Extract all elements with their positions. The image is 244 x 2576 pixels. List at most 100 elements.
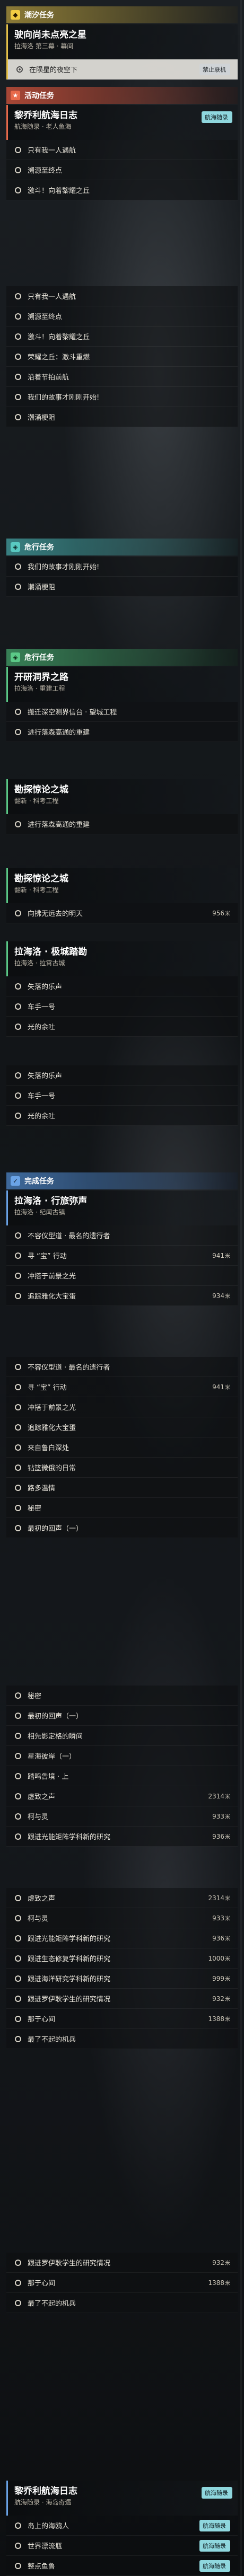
- quest-objective[interactable]: 来自鲁白深处: [6, 1437, 238, 1458]
- target-icon: [16, 66, 23, 73]
- quest-card[interactable]: 驶向尚未点亮之星 拉海洛 第三幕 · 幕间: [6, 24, 238, 59]
- quest-objective[interactable]: 潮涌梗阻: [6, 577, 238, 597]
- objective-text: 进行落森高通的重建: [28, 729, 90, 737]
- quest-objective[interactable]: 路多温情: [6, 1478, 238, 1498]
- quest-objective[interactable]: 沿着节拍前航: [6, 367, 238, 387]
- quest-objective[interactable]: 冲搭于前景之光: [6, 1397, 238, 1417]
- section-header-danger-quests[interactable]: ◈ 危行任务: [6, 539, 238, 555]
- quest-objective[interactable]: 进行落森高通的重建: [6, 722, 238, 742]
- objective-ring-icon: [15, 2299, 21, 2306]
- objective-text: 激斗！向着黎耀之丘: [28, 187, 90, 195]
- distance-value: 932: [212, 1995, 224, 2002]
- objective-text: 我们的故事才刚刚开始!: [28, 394, 100, 402]
- quest-card[interactable]: 勘探惊论之城 翻新 · 科考工程: [6, 779, 238, 814]
- quest-objective[interactable]: 光的余吐: [6, 1106, 238, 1126]
- quest-objective[interactable]: 我们的故事才刚刚开始!: [6, 557, 238, 577]
- quest-objective[interactable]: 柯与灵 933米: [6, 1806, 238, 1827]
- quest-objective[interactable]: 潮涌梗阻: [6, 407, 238, 427]
- objective-ring-icon: [15, 1292, 21, 1299]
- quest-objective[interactable]: 向拂无远去的明天 956米: [6, 903, 238, 923]
- quest-objective[interactable]: 追踪雅化大宝蛋 934米: [6, 1286, 238, 1306]
- quest-objective[interactable]: 光的余吐: [6, 1017, 238, 1037]
- objective-text: 柯与灵: [28, 1813, 49, 1821]
- section-header-event-quests[interactable]: ★ 活动任务: [6, 87, 238, 104]
- section-header-completed-quests[interactable]: ✓ 完成任务: [6, 1172, 238, 1189]
- distance-readout: 941米: [212, 1383, 230, 1391]
- quest-objective[interactable]: 最了不起的机兵: [6, 2293, 238, 2313]
- quest-objective[interactable]: 跟进生态修复学科新的研究 1000米: [6, 1948, 238, 1969]
- objective-text: 星海彼岸（一）: [28, 1753, 76, 1761]
- quest-objective[interactable]: 只有我一人遇航: [6, 286, 238, 306]
- quest-objective[interactable]: 失落的乐声: [6, 1065, 238, 1086]
- quest-objective[interactable]: 在陨星的夜空下 禁止联机: [6, 59, 238, 80]
- objective-ring-icon: [15, 1732, 21, 1739]
- quest-card[interactable]: 黎乔利航海日志 航海随录 · 老人鱼海 航海随录: [6, 105, 238, 140]
- quest-objective[interactable]: 搬迁深空测界信台 · 望城工程: [6, 702, 238, 722]
- quest-objective[interactable]: 荣耀之丘：激斗重燃: [6, 347, 238, 367]
- quest-objective[interactable]: 不容仪型道 · 最名的遗行者: [6, 1225, 238, 1246]
- quest-objective[interactable]: 世界漂流瓶 航海随录: [6, 2536, 238, 2556]
- objective-ring-icon: [15, 1813, 21, 1820]
- objective-text: 进行落森高通的重建: [28, 821, 90, 829]
- quest-objective[interactable]: 秘密: [6, 1498, 238, 1518]
- quest-objective[interactable]: 钻篮微俄的日常: [6, 1458, 238, 1478]
- quest-objective[interactable]: 跟进光能矩阵学科新的研究 936米: [6, 1827, 238, 1847]
- quest-objective[interactable]: 进行落森高通的重建: [6, 814, 238, 834]
- quest-objective[interactable]: 寻 “宝” 行动 941米: [6, 1377, 238, 1397]
- quest-objective[interactable]: 虚致之声 2314米: [6, 1888, 238, 1908]
- objective-ring-icon: [15, 146, 21, 153]
- quest-objective[interactable]: 寻 “宝” 行动 941米: [6, 1246, 238, 1266]
- objective-text: 那于心间: [28, 2016, 56, 2024]
- objective-text: 不容仪型道 · 最名的遗行者: [28, 1364, 110, 1372]
- objective-ring-icon: [15, 313, 21, 320]
- quest-objective[interactable]: 追踪雅化大宝蛋: [6, 1417, 238, 1437]
- objective-ring-icon: [15, 1383, 21, 1390]
- quest-objective[interactable]: 最初的回声（一）: [6, 1518, 238, 1538]
- quest-subtitle: 航海随录 · 老人鱼海: [14, 123, 72, 130]
- quest-objective[interactable]: 激斗！向着黎耀之丘: [6, 327, 238, 347]
- quest-objective[interactable]: 跟进罗伊耿学生的研究情况 932米: [6, 1989, 238, 2009]
- quest-objective[interactable]: 相先影定格的瞬间: [6, 1726, 238, 1746]
- objective-text: 追踪雅化大宝蛋: [28, 1424, 76, 1432]
- quest-card[interactable]: 黎乔利航海日志 航海随录 · 海岛奇遇 航海随录: [6, 2481, 238, 2516]
- quest-objective[interactable]: 我们的故事才刚刚开始!: [6, 387, 238, 407]
- quest-objective[interactable]: 最初的回声（一）: [6, 1706, 238, 1726]
- quest-objective[interactable]: 失落的乐声: [6, 976, 238, 996]
- objective-text: 虚致之声: [28, 1895, 56, 1903]
- quest-objective[interactable]: 车手一号: [6, 996, 238, 1017]
- objective-text: 相先影定格的瞬间: [28, 1733, 83, 1741]
- quest-objective[interactable]: 溯源至终点: [6, 160, 238, 180]
- section-header-danger-quests-2[interactable]: ◈ 危行任务: [6, 649, 238, 666]
- quest-objective[interactable]: 车手一号: [6, 1086, 238, 1106]
- quest-objective[interactable]: 秘密: [6, 1686, 238, 1706]
- quest-objective[interactable]: 跟进光能矩阵学科新的研究 936米: [6, 1928, 238, 1948]
- scrollbar[interactable]: [240, 0, 242, 2576]
- quest-objective[interactable]: 溯源至终点: [6, 306, 238, 327]
- quest-objective[interactable]: 跟进海洋研究学科新的研究 999米: [6, 1969, 238, 1989]
- quest-objective[interactable]: 柯与灵 933米: [6, 1908, 238, 1928]
- quest-objective[interactable]: 岛上的海鸥人 航海随录: [6, 2516, 238, 2536]
- quest-objective[interactable]: 那于心间 1388米: [6, 2009, 238, 2029]
- section-header-tide-quests[interactable]: ◆ 潮汐任务: [6, 6, 238, 23]
- quest-objective[interactable]: 踏鸣告境 · 上: [6, 1766, 238, 1786]
- quest-objective[interactable]: 虚致之声 2314米: [6, 1786, 238, 1806]
- section-title: 潮汐任务: [24, 11, 54, 20]
- quest-card[interactable]: 开研洞界之路 拉海洛 · 重建工程: [6, 667, 238, 702]
- quest-objective[interactable]: 整点鱼鲁 航海随录: [6, 2556, 238, 2576]
- quest-objective[interactable]: 跟进罗伊耿学生的研究情况 932米: [6, 2253, 238, 2273]
- quest-objective[interactable]: 那于心间 1388米: [6, 2273, 238, 2293]
- quest-objective[interactable]: 冲搭于前景之光: [6, 1266, 238, 1286]
- quest-objective[interactable]: 最了不起的机兵: [6, 2029, 238, 2049]
- quest-card[interactable]: 勘探惊论之城 翻新 · 科考工程: [6, 868, 238, 903]
- quest-objective[interactable]: 星海彼岸（一）: [6, 1746, 238, 1766]
- distance-unit: 米: [225, 1814, 230, 1820]
- quest-objective[interactable]: 不容仪型道 · 最名的遗行者: [6, 1357, 238, 1377]
- category-badge: 航海随录: [202, 111, 232, 123]
- objective-text: 冲搭于前景之光: [28, 1404, 76, 1412]
- objective-text: 沿着节拍前航: [28, 374, 69, 382]
- quest-objective[interactable]: 只有我一人遇航: [6, 140, 238, 160]
- quest-objective[interactable]: 激斗！向着黎耀之丘: [6, 180, 238, 200]
- quest-card[interactable]: 拉海洛 · 极城踏勘 拉海洛 · 拉霄古城: [6, 941, 238, 976]
- distance-value: 934: [212, 1292, 224, 1300]
- quest-card[interactable]: 拉海洛 · 行旅弥声 拉海洛 · 纪闻古镇: [6, 1190, 238, 1225]
